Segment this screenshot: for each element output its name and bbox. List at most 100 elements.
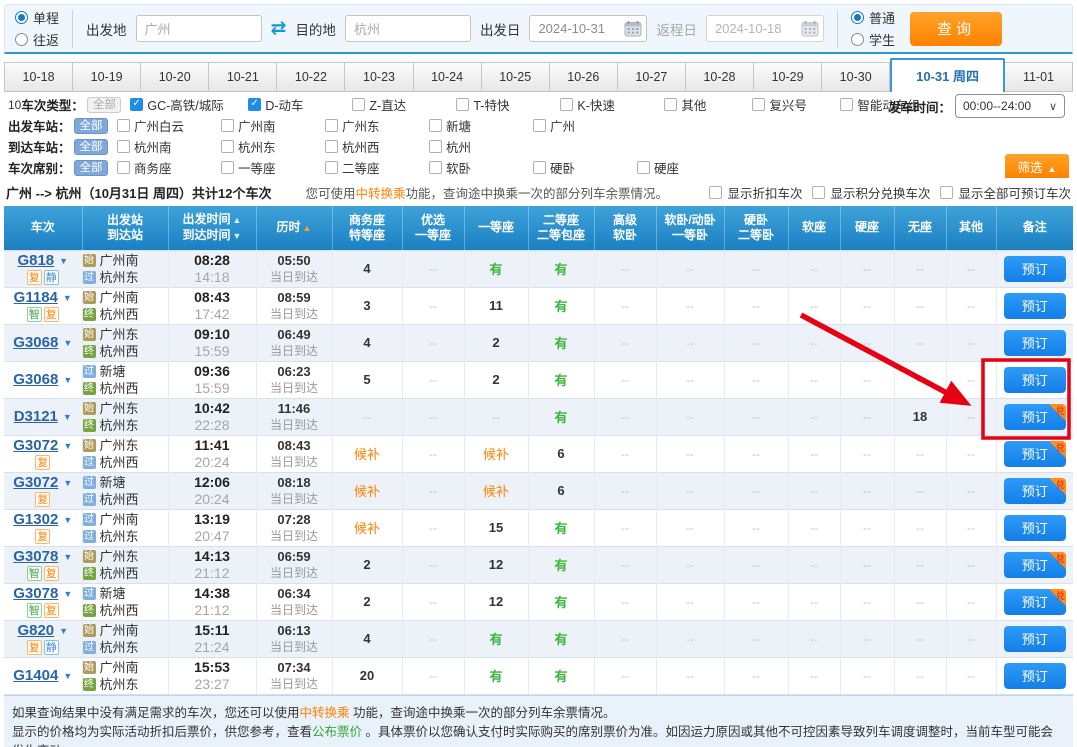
checkbox[interactable]	[117, 161, 130, 174]
book-button[interactable]: 预订	[1004, 515, 1066, 541]
checkbox[interactable]	[117, 140, 130, 153]
filter-all-badge[interactable]: 全部	[74, 139, 108, 155]
filter-option[interactable]: 商务座	[117, 158, 221, 177]
expand-caret-icon[interactable]: ▼	[63, 338, 72, 348]
date-tab-10-27[interactable]: 10-27	[618, 62, 686, 92]
checkbox[interactable]	[117, 119, 130, 132]
date-tab-10-29[interactable]: 10-29	[754, 62, 822, 92]
filter-option[interactable]: 杭州西	[325, 137, 429, 156]
from-input[interactable]	[136, 15, 262, 42]
date-tab-10-26[interactable]: 10-26	[550, 62, 618, 92]
expand-caret-icon[interactable]: ▼	[63, 375, 72, 385]
train-code-link[interactable]: G1302	[13, 511, 58, 528]
book-button[interactable]: 预订	[1004, 626, 1066, 652]
depart-time-select[interactable]: 00:00--24:00 ∨	[955, 94, 1065, 118]
filter-all-badge[interactable]: 全部	[74, 160, 108, 176]
train-code-link[interactable]: G3072	[13, 437, 58, 454]
filter-option[interactable]: 广州白云	[117, 116, 221, 135]
swap-stations-icon[interactable]: ⇄	[271, 19, 287, 38]
checkbox[interactable]	[456, 98, 469, 111]
filter-option[interactable]: 新塘	[429, 116, 533, 135]
checkbox[interactable]	[221, 161, 234, 174]
train-code-link[interactable]: G1404	[13, 667, 58, 684]
book-button[interactable]: 预订	[1004, 478, 1066, 504]
date-tab-10-18[interactable]: 10-18	[4, 62, 73, 92]
date-tab-10-23[interactable]: 10-23	[345, 62, 413, 92]
train-code-link[interactable]: G3072	[13, 474, 58, 491]
filter-option[interactable]: 一等座	[221, 158, 325, 177]
date-tab-10-30[interactable]: 10-30	[822, 62, 890, 92]
filter-option[interactable]: 软卧	[429, 158, 533, 177]
date-tab-10-28[interactable]: 10-28	[686, 62, 754, 92]
search-button[interactable]: 查询	[910, 12, 1002, 46]
filter-option[interactable]: 硬卧	[533, 158, 637, 177]
checkbox[interactable]	[352, 98, 365, 111]
checkbox[interactable]	[637, 161, 650, 174]
expand-caret-icon[interactable]: ▼	[63, 441, 72, 451]
filter-option[interactable]: 硬座	[637, 158, 741, 177]
date-tab-10-24[interactable]: 10-24	[414, 62, 482, 92]
book-button[interactable]: 预订	[1004, 404, 1066, 430]
display-toggle[interactable]: 显示积分兑换车次	[812, 183, 930, 202]
expand-caret-icon[interactable]: ▼	[63, 478, 72, 488]
transfer-link[interactable]: 中转换乘	[356, 187, 406, 201]
published-price-link[interactable]: 公布票价	[312, 725, 362, 739]
display-toggle[interactable]: 显示折扣车次	[709, 183, 802, 202]
checkbox[interactable]	[221, 140, 234, 153]
checkbox[interactable]	[325, 140, 338, 153]
one-way-radio[interactable]: 单程	[15, 8, 59, 27]
to-input[interactable]	[345, 15, 471, 42]
filter-button[interactable]: 筛选▲	[1005, 154, 1069, 178]
checkbox[interactable]	[752, 98, 765, 111]
checkbox[interactable]	[840, 98, 853, 111]
expand-caret-icon[interactable]: ▼	[63, 412, 72, 422]
expand-caret-icon[interactable]: ▼	[59, 626, 68, 636]
date-tab-10-21[interactable]: 10-21	[209, 62, 277, 92]
book-button[interactable]: 预订	[1004, 552, 1066, 578]
normal-passenger-radio[interactable]: 普通	[851, 8, 895, 27]
seat-cell-first[interactable]: 候补	[464, 435, 528, 472]
seat-cell-first[interactable]: 候补	[464, 472, 528, 509]
filter-option[interactable]: D-动车	[248, 95, 352, 114]
checkbox[interactable]	[429, 140, 442, 153]
checkbox[interactable]	[248, 98, 261, 111]
expand-caret-icon[interactable]: ▼	[63, 515, 72, 525]
train-code-link[interactable]: D3121	[14, 408, 58, 425]
sort-asc-icon[interactable]: ▲	[303, 223, 312, 233]
seat-cell-business[interactable]: 候补	[332, 472, 402, 509]
checkbox[interactable]	[664, 98, 677, 111]
filter-option[interactable]: K-快速	[560, 95, 664, 114]
filter-option[interactable]: Z-直达	[352, 95, 456, 114]
filter-option[interactable]: 杭州南	[117, 137, 221, 156]
train-code-link[interactable]: G3078	[13, 585, 58, 602]
seat-cell-business[interactable]: 候补	[332, 509, 402, 546]
train-code-link[interactable]: G3068	[13, 334, 58, 351]
checkbox[interactable]	[560, 98, 573, 111]
checkbox[interactable]	[429, 161, 442, 174]
expand-caret-icon[interactable]: ▼	[63, 293, 72, 303]
book-button[interactable]: 预订	[1004, 293, 1066, 319]
train-code-link[interactable]: G3078	[13, 548, 58, 565]
expand-caret-icon[interactable]: ▼	[63, 671, 72, 681]
train-code-link[interactable]: G818	[17, 252, 54, 269]
date-tab-10-22[interactable]: 10-22	[277, 62, 345, 92]
filter-option[interactable]: 广州东	[325, 116, 429, 135]
book-button[interactable]: 预订	[1004, 256, 1066, 282]
checkbox[interactable]	[812, 186, 825, 199]
calendar-icon[interactable]	[624, 20, 642, 37]
checkbox[interactable]	[325, 119, 338, 132]
filter-option[interactable]: 广州南	[221, 116, 325, 135]
expand-caret-icon[interactable]: ▼	[59, 256, 68, 266]
student-passenger-radio[interactable]: 学生	[851, 30, 895, 49]
filter-all-badge[interactable]: 全部	[74, 118, 108, 134]
checkbox[interactable]	[709, 186, 722, 199]
filter-option[interactable]: 杭州	[429, 137, 533, 156]
date-tab-10-19[interactable]: 10-19	[73, 62, 141, 92]
col-header-duration[interactable]: 历时▲	[256, 206, 332, 250]
train-code-link[interactable]: G1184	[14, 289, 58, 306]
train-code-link[interactable]: G820	[17, 622, 54, 639]
sort-desc-icon[interactable]: ▼	[233, 231, 242, 241]
expand-caret-icon[interactable]: ▼	[63, 589, 72, 599]
checkbox[interactable]	[325, 161, 338, 174]
checkbox[interactable]	[940, 186, 953, 199]
